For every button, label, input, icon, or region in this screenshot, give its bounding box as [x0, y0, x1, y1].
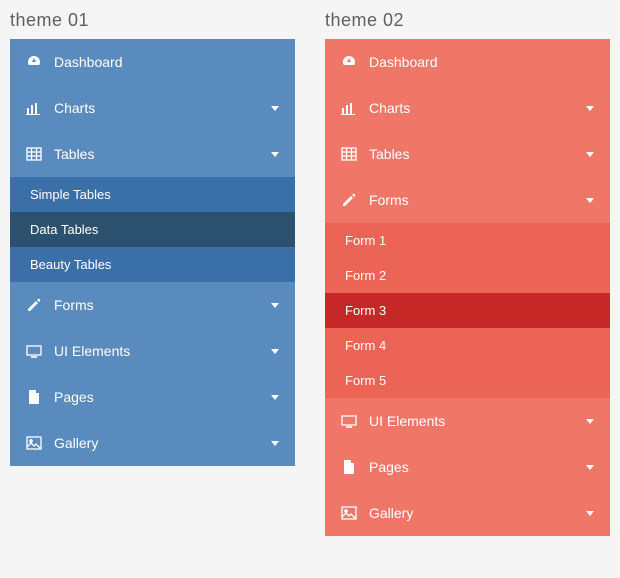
sidebar-item-pages[interactable]: Pages: [325, 444, 610, 490]
sidebar-item-label: Gallery: [369, 505, 586, 521]
submenu-item-form-5[interactable]: Form 5: [325, 363, 610, 398]
submenu-item-form-4[interactable]: Form 4: [325, 328, 610, 363]
sidebar-item-ui-elements[interactable]: UI Elements: [10, 328, 295, 374]
sidebar-item-tables[interactable]: Tables: [10, 131, 295, 177]
sidebar-item-label: Forms: [54, 297, 271, 313]
sidebar-theme-2: Dashboard Charts Tables Forms Form 1: [325, 39, 610, 536]
sidebar-item-label: Charts: [369, 100, 586, 116]
submenu-item-beauty-tables[interactable]: Beauty Tables: [10, 247, 295, 282]
chevron-down-icon: [271, 303, 279, 308]
sidebar-item-label: UI Elements: [54, 343, 271, 359]
sidebar-item-charts[interactable]: Charts: [325, 85, 610, 131]
sidebar-item-gallery[interactable]: Gallery: [10, 420, 295, 466]
chevron-down-icon: [271, 152, 279, 157]
chevron-down-icon: [586, 152, 594, 157]
sidebar-item-label: Gallery: [54, 435, 271, 451]
sidebar-item-forms[interactable]: Forms: [325, 177, 610, 223]
chevron-down-icon: [271, 106, 279, 111]
sidebar-item-charts[interactable]: Charts: [10, 85, 295, 131]
gallery-icon: [341, 505, 357, 521]
sidebar-item-label: Tables: [369, 146, 586, 162]
sidebar-item-label: Pages: [54, 389, 271, 405]
charts-icon: [341, 100, 357, 116]
forms-icon: [26, 297, 42, 313]
sidebar-item-label: Charts: [54, 100, 271, 116]
ui-icon: [26, 343, 42, 359]
forms-icon: [341, 192, 357, 208]
tables-icon: [341, 146, 357, 162]
submenu-item-form-3[interactable]: Form 3: [325, 293, 610, 328]
sidebar-item-gallery[interactable]: Gallery: [325, 490, 610, 536]
pages-icon: [26, 389, 42, 405]
pages-icon: [341, 459, 357, 475]
theme-title-2: theme 02: [325, 10, 610, 31]
sidebar-item-label: Dashboard: [369, 54, 594, 70]
chevron-down-icon: [586, 419, 594, 424]
chevron-down-icon: [271, 441, 279, 446]
submenu-item-data-tables[interactable]: Data Tables: [10, 212, 295, 247]
sidebar-item-label: Dashboard: [54, 54, 279, 70]
chevron-down-icon: [586, 106, 594, 111]
sidebar-item-pages[interactable]: Pages: [10, 374, 295, 420]
dashboard-icon: [341, 54, 357, 70]
sidebar-item-tables[interactable]: Tables: [325, 131, 610, 177]
submenu-item-simple-tables[interactable]: Simple Tables: [10, 177, 295, 212]
chevron-down-icon: [586, 511, 594, 516]
submenu-item-form-2[interactable]: Form 2: [325, 258, 610, 293]
submenu-tables: Simple Tables Data Tables Beauty Tables: [10, 177, 295, 282]
submenu-item-form-1[interactable]: Form 1: [325, 223, 610, 258]
gallery-icon: [26, 435, 42, 451]
chevron-down-icon: [271, 395, 279, 400]
ui-icon: [341, 413, 357, 429]
sidebar-item-label: Pages: [369, 459, 586, 475]
sidebar-item-forms[interactable]: Forms: [10, 282, 295, 328]
chevron-down-icon: [586, 465, 594, 470]
sidebar-item-label: UI Elements: [369, 413, 586, 429]
tables-icon: [26, 146, 42, 162]
sidebar-item-dashboard[interactable]: Dashboard: [325, 39, 610, 85]
sidebar-item-label: Forms: [369, 192, 586, 208]
chevron-down-icon: [271, 349, 279, 354]
sidebar-item-dashboard[interactable]: Dashboard: [10, 39, 295, 85]
dashboard-icon: [26, 54, 42, 70]
sidebar-item-label: Tables: [54, 146, 271, 162]
sidebar-theme-1: Dashboard Charts Tables Simple Tables Da…: [10, 39, 295, 466]
chevron-down-icon: [586, 198, 594, 203]
theme-title-1: theme 01: [10, 10, 295, 31]
sidebar-item-ui-elements[interactable]: UI Elements: [325, 398, 610, 444]
charts-icon: [26, 100, 42, 116]
submenu-forms: Form 1 Form 2 Form 3 Form 4 Form 5: [325, 223, 610, 398]
